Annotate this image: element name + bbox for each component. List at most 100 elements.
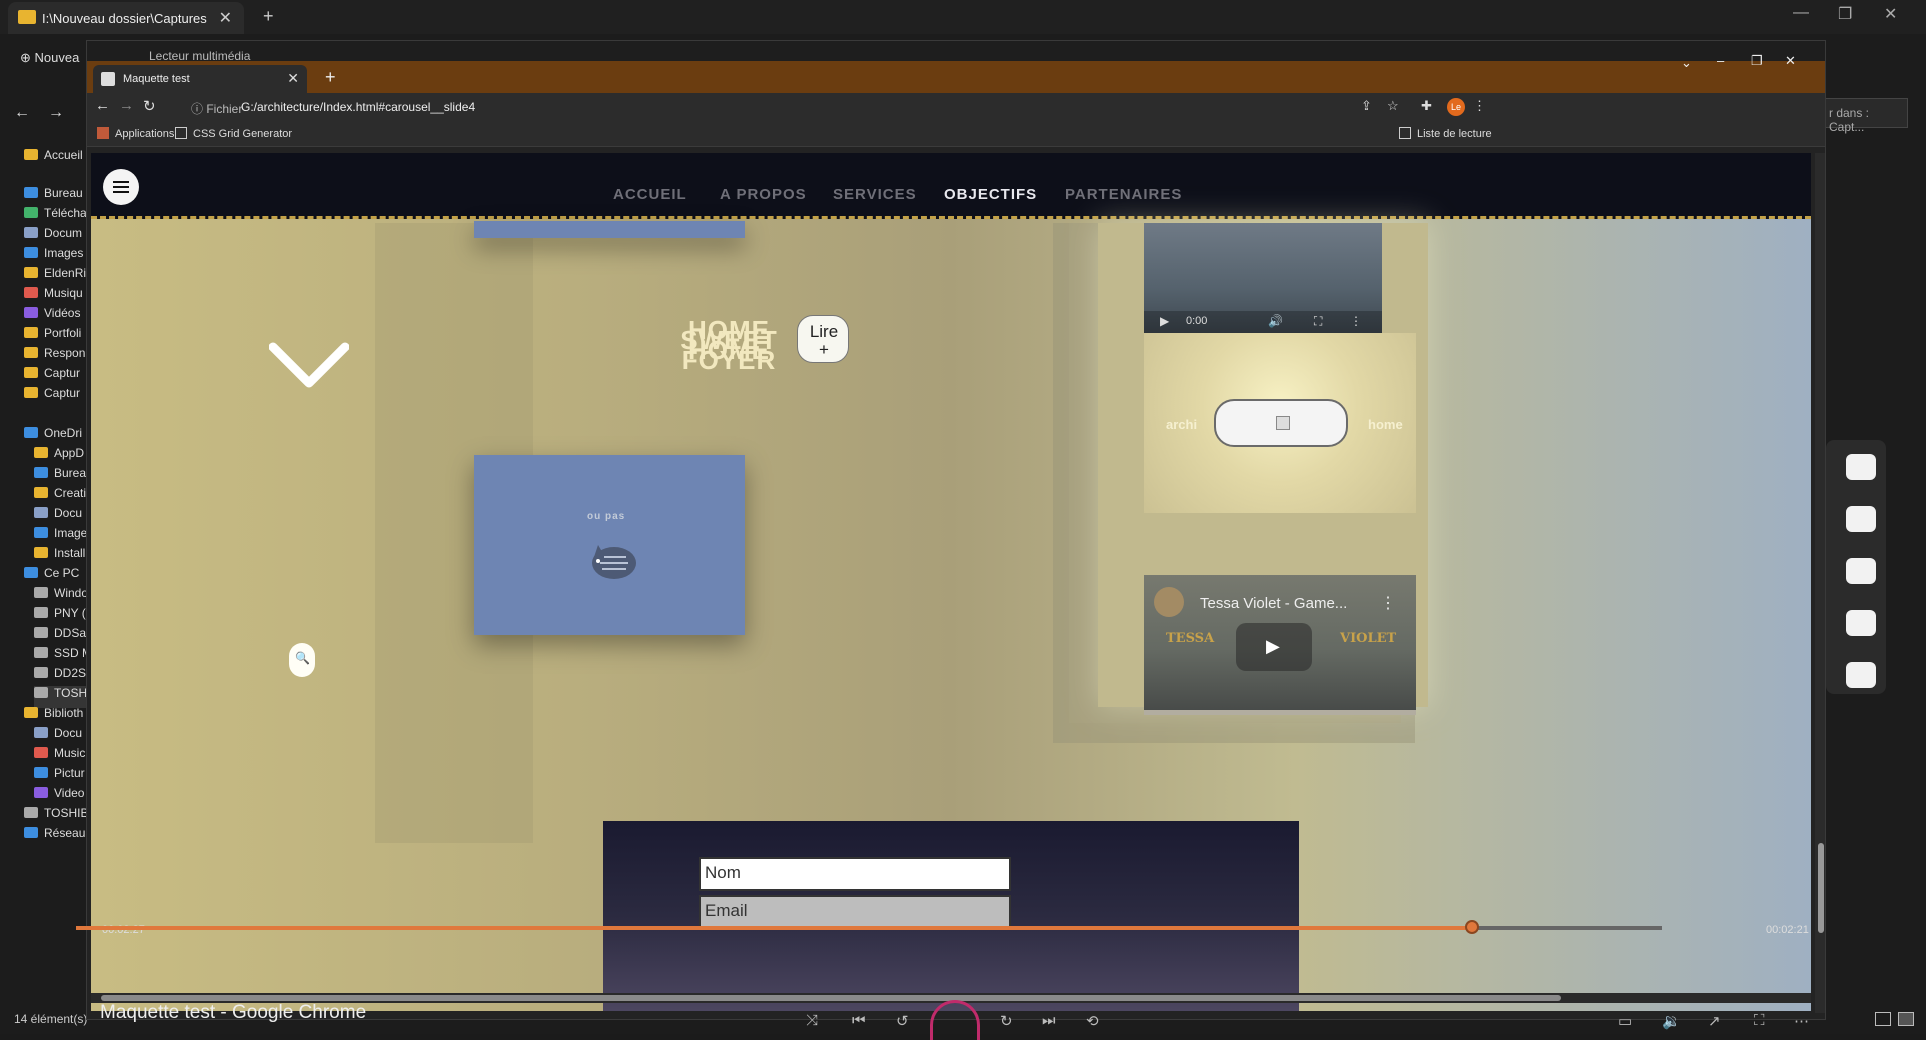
menu-kebab-icon[interactable]: ⋮ [1350, 314, 1362, 328]
shuffle-icon[interactable]: ⤨ [806, 1012, 818, 1029]
carousel-card-top[interactable] [474, 221, 745, 238]
new-button[interactable]: ⊕ Nouvea [20, 50, 79, 66]
bookmark-css-grid[interactable]: CSS Grid Generator [175, 127, 292, 140]
hamburger-menu-button[interactable] [103, 169, 139, 205]
status-item-count: 14 élément(s) [14, 1012, 88, 1026]
name-field[interactable]: Nom [699, 857, 1011, 891]
image-button[interactable] [1214, 399, 1348, 447]
page-viewport: ACCUEIL A PROPOS SERVICES OBJECTIFS PART… [91, 153, 1811, 1011]
miniplayer-icon[interactable]: ▭ [1618, 1012, 1632, 1030]
cast-icon[interactable]: ↗ [1708, 1012, 1721, 1030]
volume-icon[interactable]: 🔊 [1268, 314, 1283, 328]
horizontal-scroll-thumb[interactable] [101, 995, 1561, 1001]
close-icon[interactable]: ✕ [287, 70, 299, 87]
side-button[interactable] [1846, 610, 1876, 636]
vertical-scroll-thumb[interactable] [1818, 843, 1824, 933]
forward-arrow-icon[interactable]: → [119, 97, 134, 114]
bookmark-star-icon[interactable]: ☆ [1387, 98, 1399, 114]
volume-icon[interactable]: 🔉 [1662, 1012, 1681, 1030]
sidebar-item[interactable]: EldenRi [24, 266, 88, 288]
nav-services[interactable]: SERVICES [833, 186, 917, 203]
forward-icon[interactable]: ↻ [1000, 1012, 1013, 1030]
next-icon[interactable]: ⏭ [1042, 1012, 1056, 1029]
sidebar-item[interactable]: OneDri [24, 426, 88, 448]
minimize-button[interactable]: – [1717, 53, 1724, 68]
archi-word: archi [1166, 417, 1198, 432]
sidebar-item[interactable]: Portfoli [24, 326, 88, 348]
sidebar-item[interactable]: Captur [24, 366, 88, 388]
minimize-button[interactable]: — [1793, 4, 1809, 22]
back-arrow-icon[interactable]: ← [95, 97, 110, 114]
restore-button[interactable]: ❐ [1751, 53, 1763, 69]
side-button[interactable] [1846, 454, 1876, 480]
rewind-icon[interactable]: ↺ [896, 1012, 909, 1030]
seek-bar[interactable] [76, 926, 1662, 930]
sidebar-item[interactable]: Musiqu [24, 286, 88, 308]
folder-icon [34, 487, 48, 498]
sidebar-item-label: Install [54, 546, 86, 560]
new-tab-button[interactable]: + [263, 6, 274, 27]
close-window-button[interactable]: ✕ [1785, 53, 1796, 69]
close-icon[interactable]: ✕ [219, 8, 232, 28]
reload-icon[interactable]: ↻ [143, 97, 156, 115]
sidebar-item[interactable]: Images [24, 246, 88, 268]
explorer-tab[interactable]: I:\Nouveau dossier\Captures ✕ [8, 2, 244, 34]
seek-handle[interactable] [1464, 920, 1479, 934]
read-more-button[interactable]: Lire + [797, 315, 849, 363]
side-button[interactable] [1846, 558, 1876, 584]
search-button[interactable]: 🔍 [289, 643, 315, 677]
side-button[interactable] [1846, 506, 1876, 532]
nav-accueil[interactable]: ACCUEIL [613, 186, 687, 203]
site-info-icon[interactable]: ⓘ Fichier [191, 100, 242, 117]
profile-avatar[interactable]: Le [1447, 98, 1465, 116]
sidebar-item[interactable]: Réseau [24, 826, 88, 848]
youtube-embed[interactable]: Tessa Violet - Game... ⋮ TESSA VIOLET ▶ [1144, 575, 1416, 715]
sidebar-item-label: Bureau [44, 186, 83, 200]
forward-arrow-icon[interactable]: → [48, 104, 64, 122]
extensions-icon[interactable]: ✚ [1421, 98, 1432, 114]
back-arrow-icon[interactable]: ← [14, 104, 30, 122]
folder-icon [24, 367, 38, 378]
repeat-icon[interactable]: ⟲ [1086, 1012, 1099, 1030]
more-icon[interactable]: ⋯ [1794, 1012, 1809, 1030]
sidebar-item[interactable]: Biblioth [24, 706, 88, 728]
search-placeholder: r dans : Capt... [1829, 106, 1870, 134]
chevron-down-icon[interactable] [269, 341, 349, 391]
sidebar-item[interactable]: Bureau [24, 186, 88, 208]
nav-a-propos[interactable]: A PROPOS [720, 186, 807, 203]
bookmark-applications[interactable]: Applications [97, 127, 174, 140]
fullscreen-icon[interactable]: ⛶ [1754, 1012, 1765, 1029]
menu-kebab-icon[interactable]: ⋮ [1380, 593, 1396, 613]
sidebar-item[interactable]: Docum [24, 226, 88, 248]
sidebar-item[interactable]: Captur [24, 386, 88, 408]
sidebar-item[interactable]: Ce PC [24, 566, 88, 588]
vertical-scrollbar[interactable] [1815, 153, 1825, 1013]
sidebar-item[interactable]: Vidéos [24, 306, 88, 328]
tab-search-icon[interactable]: ⌄ [1681, 55, 1692, 71]
previous-icon[interactable]: ⏮ [852, 1012, 866, 1029]
tiles-view-icon[interactable] [1898, 1012, 1914, 1026]
close-window-button[interactable]: ✕ [1884, 4, 1897, 24]
nav-objectifs[interactable]: OBJECTIFS [944, 186, 1037, 203]
seek-bar-fill [76, 926, 1472, 930]
carousel-card[interactable]: ou pas [474, 455, 745, 635]
menu-kebab-icon[interactable]: ⋮ [1473, 98, 1486, 114]
sidebar-item[interactable]: TOSHIB [24, 806, 88, 828]
side-button[interactable] [1846, 662, 1876, 688]
youtube-play-button[interactable]: ▶ [1236, 623, 1312, 671]
sidebar-item[interactable]: Accueil [24, 148, 88, 170]
restore-button[interactable]: ❐ [1838, 4, 1852, 24]
play-icon[interactable]: ▶ [1160, 314, 1169, 328]
sidebar-item[interactable]: Respon [24, 346, 88, 368]
chrome-tab[interactable]: Maquette test ✕ [93, 65, 307, 93]
details-view-icon[interactable] [1875, 1012, 1891, 1026]
sidebar-item[interactable]: Télécha [24, 206, 88, 228]
share-icon[interactable]: ⇪ [1361, 98, 1372, 114]
reading-list[interactable]: Liste de lecture [1399, 127, 1492, 140]
explorer-search-input[interactable]: r dans : Capt... [1822, 98, 1908, 134]
video-player[interactable]: ▶ 0:00 🔊 ⛶ ⋮ [1144, 223, 1382, 333]
fullscreen-icon[interactable]: ⛶ [1314, 314, 1322, 329]
drive-icon [34, 667, 48, 678]
nav-partenaires[interactable]: PARTENAIRES [1065, 186, 1182, 203]
new-tab-button[interactable]: + [325, 67, 336, 88]
